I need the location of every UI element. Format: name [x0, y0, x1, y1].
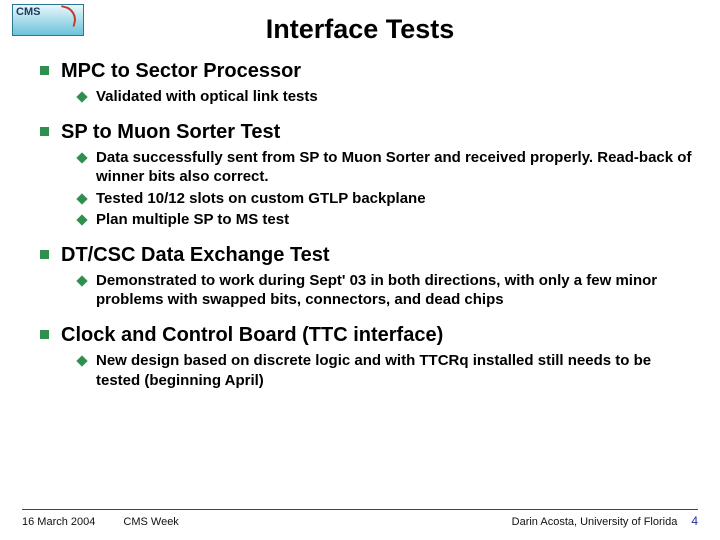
- bullet-text: Plan multiple SP to MS test: [96, 210, 289, 229]
- square-bullet-icon: [40, 66, 49, 75]
- bullet-text: Data successfully sent from SP to Muon S…: [96, 148, 692, 186]
- logo-text: CMS: [16, 6, 40, 18]
- diamond-bullet-icon: [76, 275, 87, 286]
- section: DT/CSC Data Exchange Test Demonstrated t…: [40, 243, 692, 317]
- diamond-bullet-icon: [76, 153, 87, 164]
- diamond-bullet-icon: [76, 214, 87, 225]
- slide-body: MPC to Sector Processor Validated with o…: [0, 45, 720, 398]
- list-item: Data successfully sent from SP to Muon S…: [78, 148, 692, 186]
- section-list: MPC to Sector Processor Validated with o…: [40, 59, 692, 398]
- diamond-bullet-icon: [76, 356, 87, 367]
- list-item: New design based on discrete logic and w…: [78, 351, 692, 389]
- list-item: Validated with optical link tests: [78, 87, 692, 106]
- bullet-list: Validated with optical link tests: [40, 83, 692, 114]
- section-heading: SP to Muon Sorter Test: [61, 120, 280, 144]
- footer-event: CMS Week: [123, 516, 178, 528]
- footer-affiliation: Darin Acosta, University of Florida: [512, 516, 678, 528]
- bullet-list: Demonstrated to work during Sept' 03 in …: [40, 267, 692, 317]
- square-bullet-icon: [40, 250, 49, 259]
- section: MPC to Sector Processor Validated with o…: [40, 59, 692, 114]
- bullet-list: Data successfully sent from SP to Muon S…: [40, 144, 692, 237]
- square-bullet-icon: [40, 330, 49, 339]
- section-heading: Clock and Control Board (TTC interface): [61, 323, 443, 347]
- list-item: Demonstrated to work during Sept' 03 in …: [78, 271, 692, 309]
- diamond-bullet-icon: [76, 91, 87, 102]
- diamond-bullet-icon: [76, 193, 87, 204]
- list-item: Plan multiple SP to MS test: [78, 210, 692, 229]
- logo-swoosh-icon: [57, 5, 79, 27]
- slide-title: Interface Tests: [0, 0, 720, 45]
- section: Clock and Control Board (TTC interface) …: [40, 323, 692, 397]
- bullet-text: Validated with optical link tests: [96, 87, 318, 106]
- bullet-text: Demonstrated to work during Sept' 03 in …: [96, 271, 692, 309]
- section: SP to Muon Sorter Test Data successfully…: [40, 120, 692, 237]
- footer-date: 16 March 2004: [22, 516, 95, 528]
- list-item: Tested 10/12 slots on custom GTLP backpl…: [78, 189, 692, 208]
- slide-footer: 16 March 2004 CMS Week Darin Acosta, Uni…: [22, 509, 698, 528]
- square-bullet-icon: [40, 127, 49, 136]
- cms-logo: CMS: [12, 4, 84, 36]
- section-heading: DT/CSC Data Exchange Test: [61, 243, 330, 267]
- bullet-text: Tested 10/12 slots on custom GTLP backpl…: [96, 189, 426, 208]
- bullet-list: New design based on discrete logic and w…: [40, 347, 692, 397]
- bullet-text: New design based on discrete logic and w…: [96, 351, 692, 389]
- footer-page-number: 4: [691, 514, 698, 528]
- section-heading: MPC to Sector Processor: [61, 59, 301, 83]
